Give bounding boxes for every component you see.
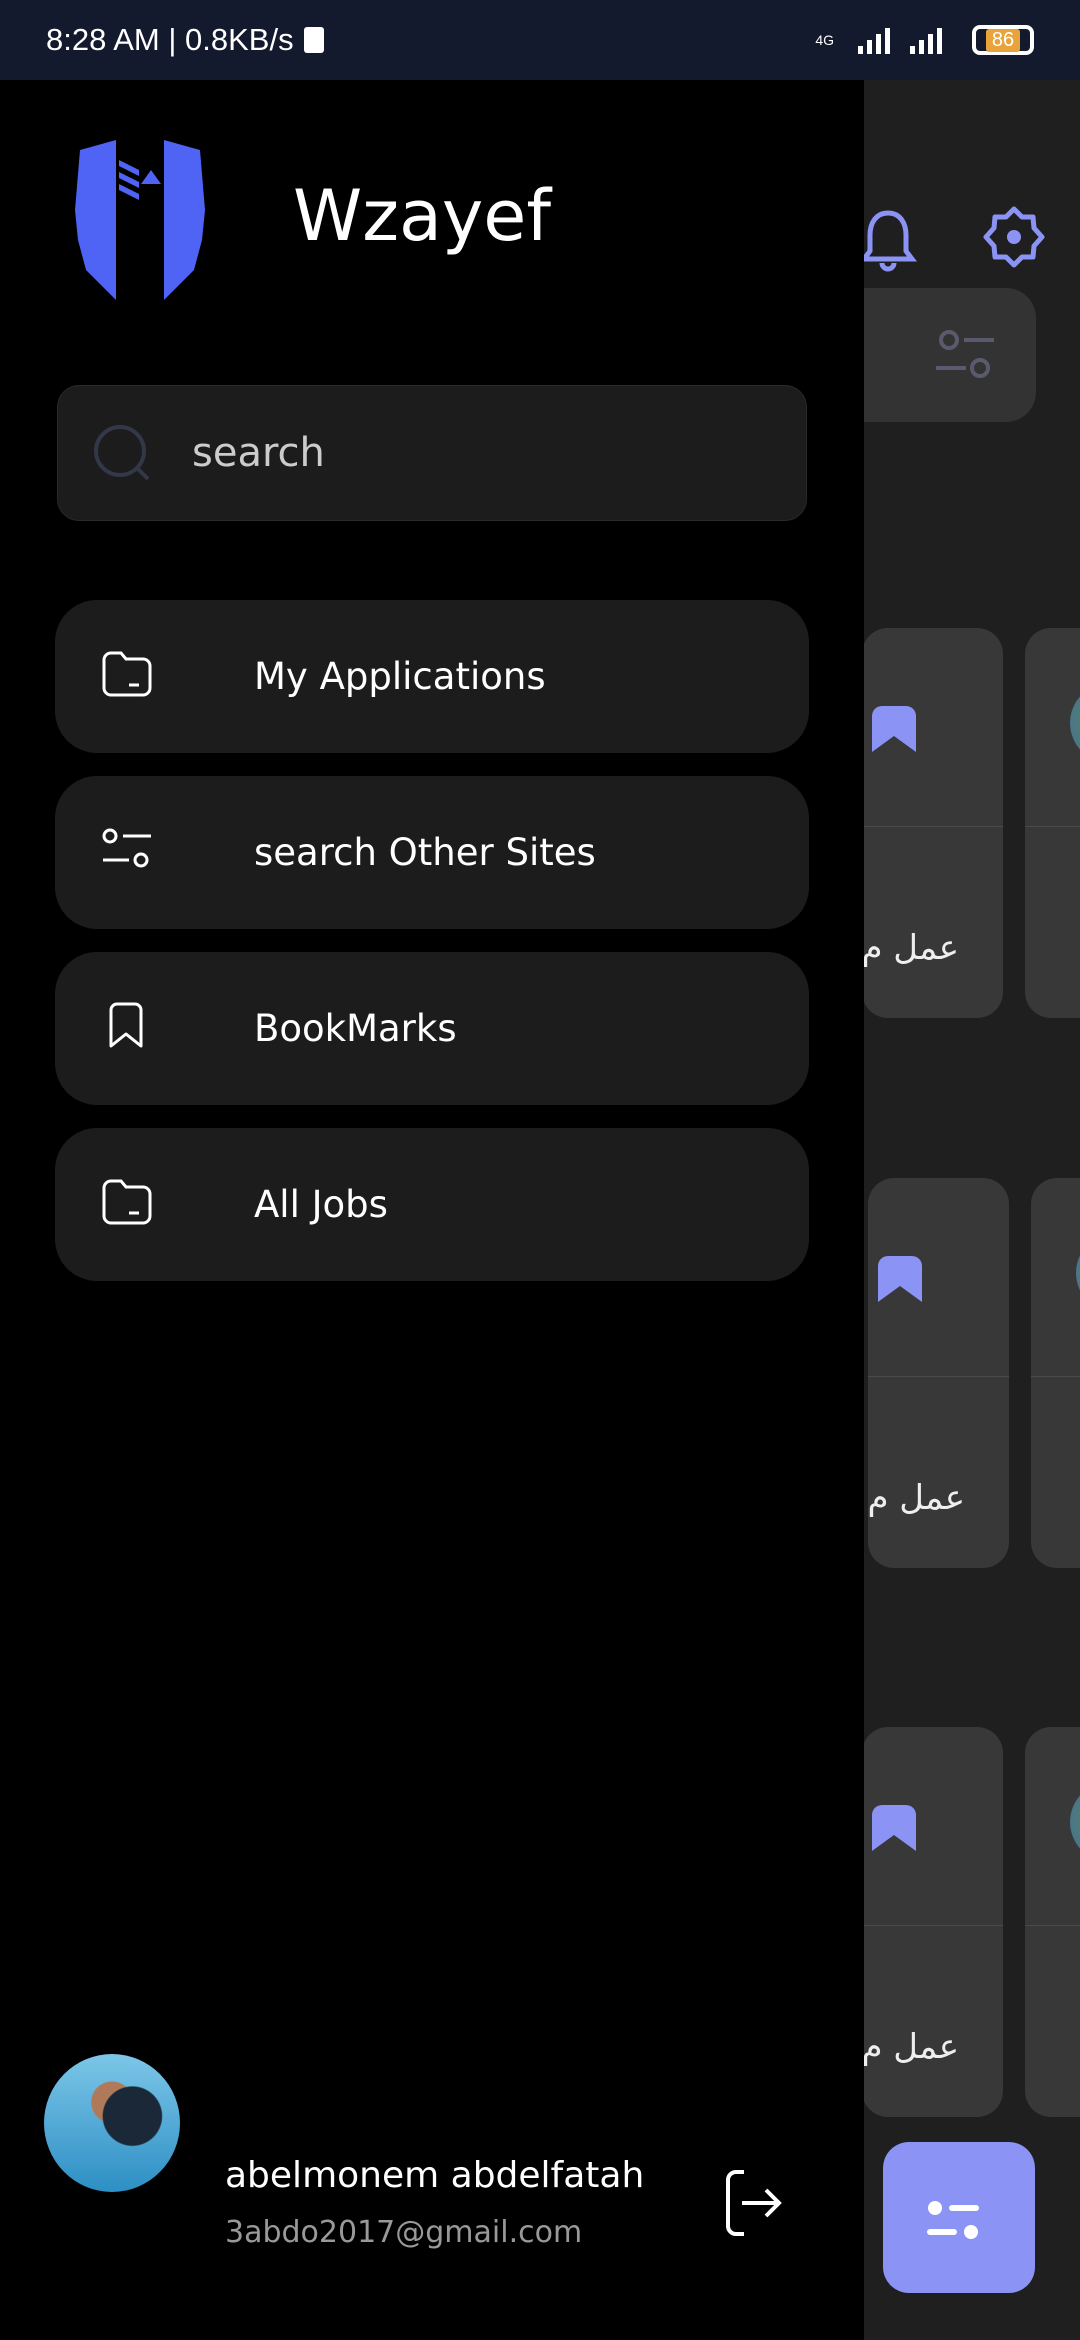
- bookmark-icon[interactable]: [872, 1805, 916, 1855]
- company-logo: [1070, 1782, 1080, 1862]
- job-card[interactable]: عمل م: [862, 1727, 1003, 2117]
- user-avatar[interactable]: [44, 2054, 180, 2192]
- job-card[interactable]: عمل م: [862, 628, 1003, 1018]
- filter-icon: [102, 828, 151, 868]
- logout-icon[interactable]: [722, 2168, 784, 2238]
- job-title: عمل م: [862, 2027, 959, 2067]
- battery-level: 86: [985, 28, 1021, 52]
- job-card[interactable]: [1031, 1178, 1080, 1568]
- navigation-drawer: Wzayef search My Applications search Oth…: [0, 80, 864, 2340]
- battery-icon: 86: [972, 25, 1034, 55]
- network-type: 4G: [815, 32, 834, 48]
- user-name: abelmonem abdelfatah: [225, 2155, 645, 2196]
- app-title: Wzayef: [293, 175, 551, 257]
- app-notification-icon: [303, 27, 324, 53]
- menu-label: search Other Sites: [254, 831, 596, 874]
- bell-icon[interactable]: [858, 205, 918, 275]
- menu-label: My Applications: [254, 655, 546, 698]
- filter-icon: [927, 2201, 979, 2239]
- menu-item-bookmarks[interactable]: BookMarks: [55, 952, 809, 1105]
- folder-icon: [102, 1179, 152, 1225]
- app-logo: [75, 140, 205, 300]
- menu-label: BookMarks: [254, 1007, 457, 1050]
- menu-item-search-other-sites[interactable]: search Other Sites: [55, 776, 809, 929]
- job-card[interactable]: [1025, 628, 1080, 1018]
- menu-label: All Jobs: [254, 1183, 388, 1226]
- menu-item-all-jobs[interactable]: All Jobs: [55, 1128, 809, 1281]
- job-title: عمل م: [862, 928, 959, 968]
- company-logo: [1076, 1233, 1080, 1313]
- bookmark-icon: [109, 1002, 143, 1048]
- search-placeholder: search: [192, 430, 325, 476]
- menu-item-my-applications[interactable]: My Applications: [55, 600, 809, 753]
- search-input[interactable]: search: [57, 385, 807, 521]
- filter-fab-button[interactable]: [883, 2142, 1035, 2293]
- status-time: 8:28 AM | 0.8KB/s: [46, 22, 294, 57]
- filter-icon: [936, 330, 994, 378]
- search-icon: [94, 425, 150, 481]
- signal-icon: [858, 28, 942, 54]
- job-title: عمل م: [868, 1478, 965, 1518]
- bookmark-icon[interactable]: [878, 1256, 922, 1306]
- job-card[interactable]: عمل م: [868, 1178, 1009, 1568]
- company-logo: [1070, 683, 1080, 763]
- user-email: 3abdo2017@gmail.com: [225, 2215, 583, 2250]
- settings-gear-icon[interactable]: [982, 205, 1046, 269]
- folder-icon: [102, 651, 152, 697]
- bookmark-icon[interactable]: [872, 706, 916, 756]
- job-card[interactable]: [1025, 1727, 1080, 2117]
- status-bar: 8:28 AM | 0.8KB/s 4G 86: [0, 0, 1080, 80]
